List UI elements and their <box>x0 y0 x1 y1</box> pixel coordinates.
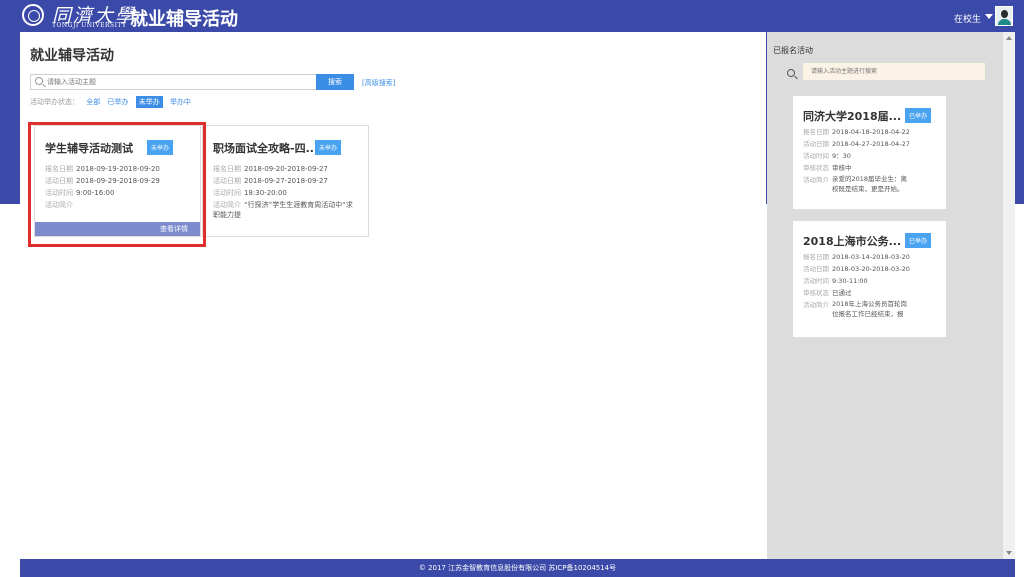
status-badge: 未举办 <box>315 140 342 155</box>
activity-date: 活动日期 2018-04-27-2018-04-27 <box>803 140 910 148</box>
selection-highlight-frame <box>28 122 206 247</box>
activity-search-input[interactable] <box>47 75 327 89</box>
activity-intro: 活动简介 亲爱的2018届毕业生：离校既是结束，更是开始。 <box>803 175 908 193</box>
user-avatar[interactable] <box>995 6 1013 26</box>
activity-date: 活动日期 2018-03-20-2018-03-20 <box>803 265 910 273</box>
filter-all[interactable]: 全部 <box>86 97 100 107</box>
app-title: 就业辅导活动 <box>130 9 238 30</box>
activity-time: 活动时间 9:30-11:00 <box>803 277 868 285</box>
advanced-search-link[interactable]: [高级搜索] <box>362 78 395 88</box>
activity-search-box[interactable] <box>30 74 330 90</box>
registered-activity-card[interactable]: 同济大学2018届... 已举办 报名日期 2018-04-18-2018-04-… <box>792 95 947 210</box>
main-panel: 就业辅导活动 搜索 [高级搜索] 活动举办状态： 全部 已举办 未举办 举办中 … <box>20 32 766 559</box>
review-status: 审核状态 已通过 <box>803 289 852 297</box>
scroll-up-icon[interactable] <box>1006 36 1012 40</box>
activity-title[interactable]: 职场面试全攻略-四... <box>213 140 318 156</box>
filter-in-progress[interactable]: 举办中 <box>170 97 191 107</box>
filter-not-held[interactable]: 未举办 <box>135 96 163 108</box>
activity-date: 活动日期 2018-09-27-2018-09-27 <box>213 177 328 185</box>
registered-activity-card[interactable]: 2018上海市公务... 已举办 报名日期 2018-03-14-2018-03-… <box>792 220 947 338</box>
caret-down-icon[interactable] <box>985 14 993 19</box>
filter-held[interactable]: 已举办 <box>107 97 128 107</box>
registered-activity-title[interactable]: 2018上海市公务... <box>803 233 901 249</box>
sidebar-title: 已报名活动 <box>773 46 813 55</box>
registered-search-input[interactable] <box>803 63 985 80</box>
footer-copyright: © 2017 江苏金智教育信息股份有限公司 苏ICP备10204514号 <box>20 559 1015 577</box>
header-background-edge <box>1015 32 1024 204</box>
scroll-down-icon[interactable] <box>1006 551 1012 555</box>
registered-activity-title[interactable]: 同济大学2018届... <box>803 108 901 124</box>
search-icon <box>787 69 795 77</box>
page-scrollbar[interactable] <box>1003 32 1015 559</box>
status-filter-row: 活动举办状态： 全部 已举办 未举办 举办中 <box>30 96 196 108</box>
university-logo-subtext: TONGJI UNIVERSITY <box>52 22 127 29</box>
review-status: 审核状态 审核中 <box>803 164 852 172</box>
search-icon <box>35 77 43 85</box>
registration-date: 报名日期 2018-03-14-2018-03-20 <box>803 253 910 261</box>
registered-activities-sidebar: 已报名活动 同济大学2018届... 已举办 报名日期2018-04-18-20… <box>767 32 1003 559</box>
activity-time: 活动时间 9：30 <box>803 152 851 160</box>
filter-label: 活动举办状态： <box>30 98 79 106</box>
university-seal-icon[interactable] <box>22 4 44 26</box>
activity-time: 活动时间 18:30-20:00 <box>213 189 287 197</box>
user-role-dropdown[interactable]: 在校生 <box>954 12 981 25</box>
registration-date: 报名日期 2018-04-18-2018-04-22 <box>803 128 910 136</box>
page-title: 就业辅导活动 <box>30 48 114 64</box>
status-badge: 已举办 <box>905 233 932 248</box>
search-button[interactable]: 搜索 <box>316 74 354 90</box>
registration-date: 报名日期 2018-09-20-2018-09-27 <box>213 165 328 173</box>
activity-intro: 活动简介 “行探济”学生生涯教育周活动中“求职能力提 <box>213 201 353 219</box>
activity-card[interactable]: 职场面试全攻略-四... 未举办 报名日期 2018-09-20-2018-09-… <box>202 125 369 237</box>
status-badge: 已举办 <box>905 108 932 123</box>
activity-intro: 活动简介 2018年上海公务员首轮岗位报名工作已经结束，报 <box>803 300 908 318</box>
